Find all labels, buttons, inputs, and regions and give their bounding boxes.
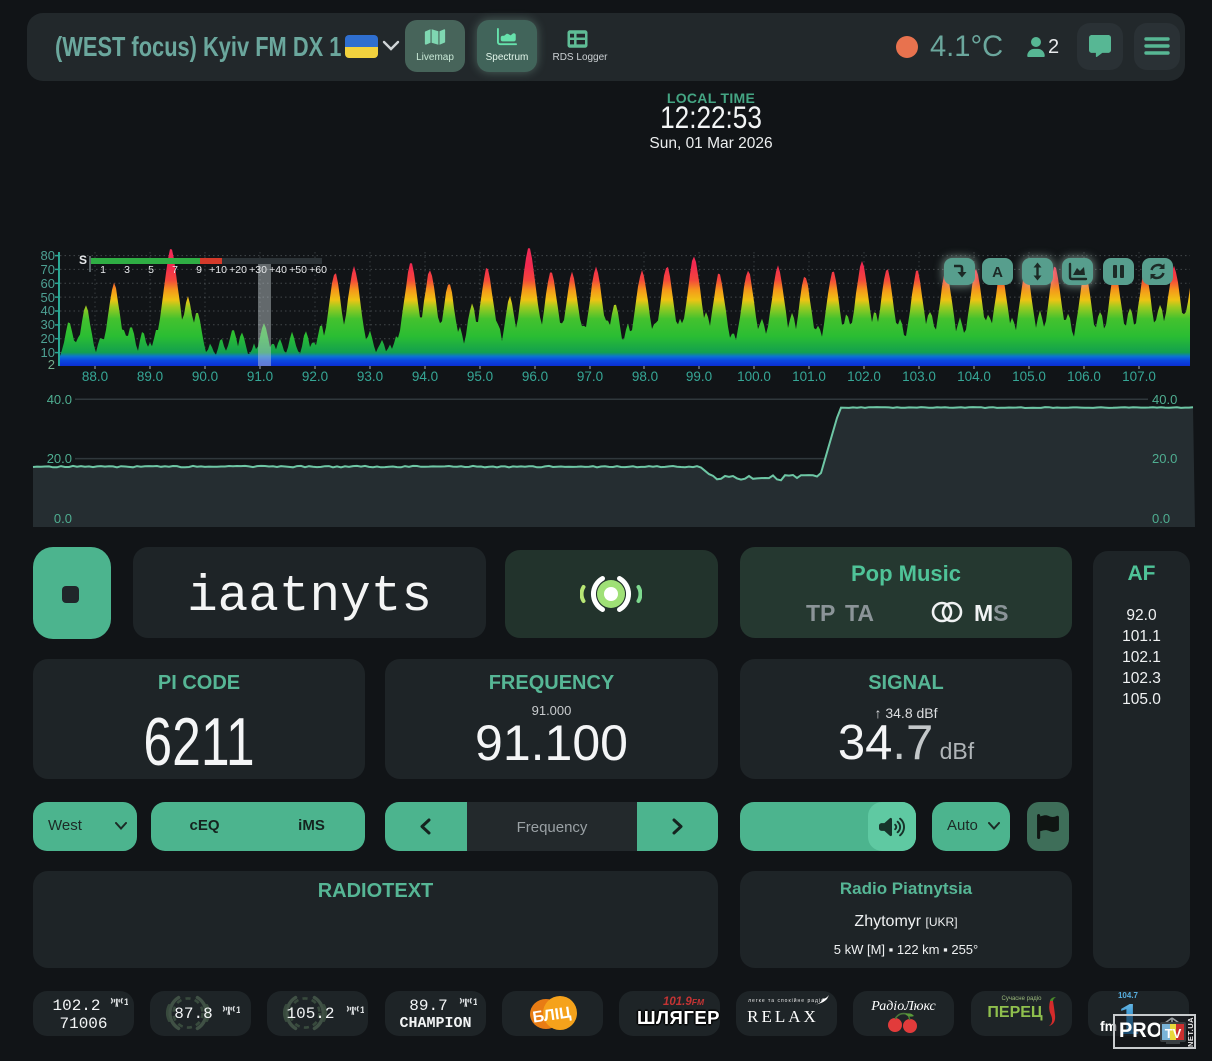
svg-text:TV: TV <box>1165 1026 1182 1041</box>
svg-text:1: 1 <box>473 997 477 1007</box>
svg-text:1: 1 <box>236 1005 240 1015</box>
svg-text:1: 1 <box>124 997 128 1007</box>
svg-text:A: A <box>992 264 1003 281</box>
svg-text:1: 1 <box>360 1005 364 1015</box>
